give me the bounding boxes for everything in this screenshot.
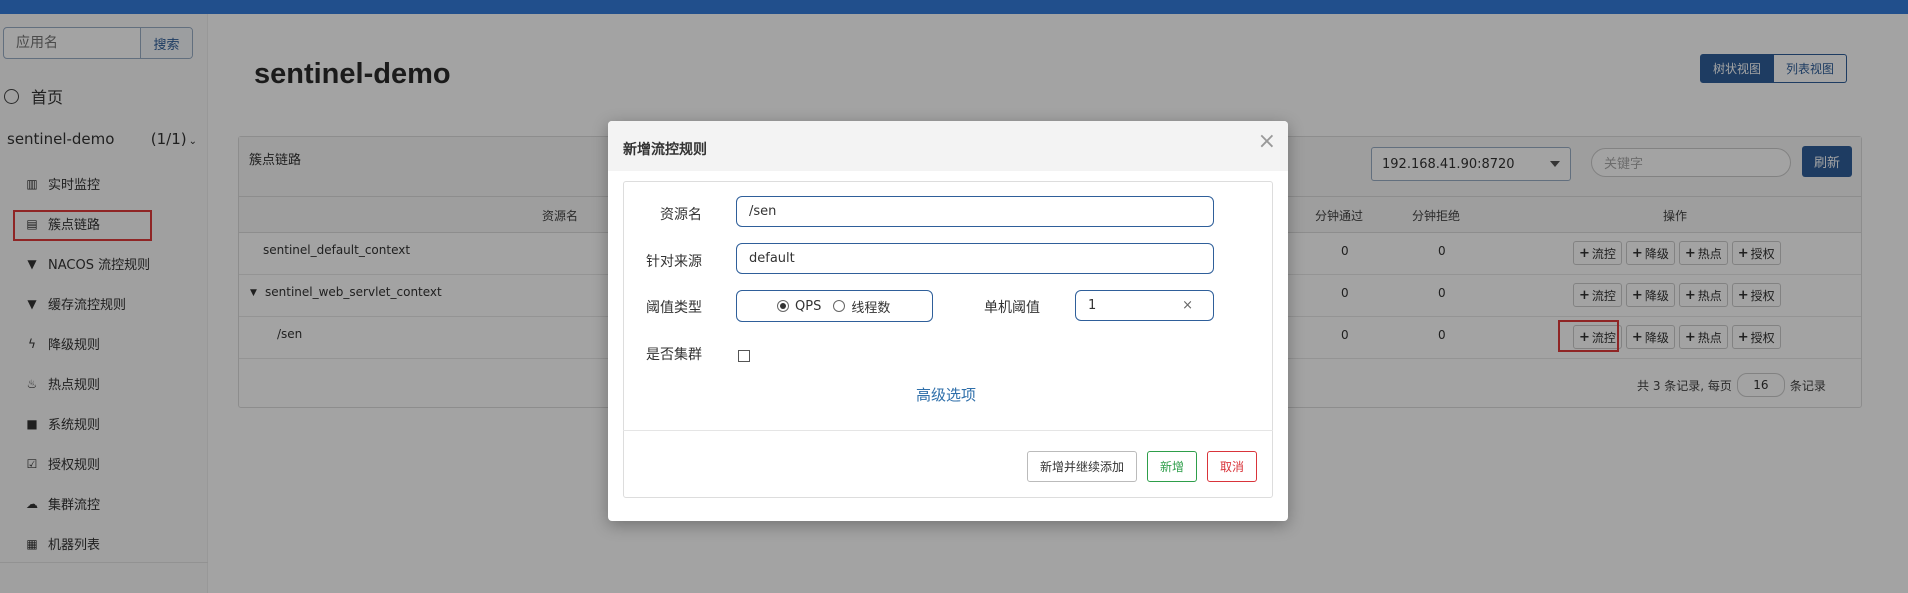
threshold-type-label: 阈值类型 [646,300,702,316]
radio-threads-label: 线程数 [851,300,891,316]
modal-title: 新增流控规则 [623,142,707,158]
advanced-options-link[interactable]: 高级选项 [916,384,976,405]
threshold-label: 单机阈值 [984,300,1040,316]
modal-header: 新增流控规则 × [608,121,1288,171]
modal-divider [623,430,1273,431]
radio-threads[interactable] [833,300,846,312]
origin-input[interactable]: default [736,243,1214,274]
threshold-input[interactable]: 1 × [1075,290,1214,321]
close-icon[interactable]: × [1258,129,1276,154]
cluster-label: 是否集群 [646,347,702,363]
radio-qps[interactable] [777,300,789,312]
origin-label: 针对来源 [646,254,702,270]
resource-label: 资源名 [660,207,702,223]
cluster-checkbox[interactable] [738,350,750,362]
clear-icon[interactable]: × [1182,298,1193,313]
cancel-button[interactable]: 取消 [1207,451,1257,482]
add-button[interactable]: 新增 [1147,451,1197,482]
threshold-type-radio-group: QPS 线程数 [736,290,933,322]
add-flow-rule-dialog: 新增流控规则 × 资源名 /sen 针对来源 default 阈值类型 QPS … [608,121,1288,521]
resource-name-input[interactable]: /sen [736,196,1214,227]
top-bar [0,0,1908,14]
threshold-value: 1 [1088,298,1097,313]
add-and-continue-button[interactable]: 新增并继续添加 [1027,451,1137,482]
radio-qps-label: QPS [795,298,822,314]
